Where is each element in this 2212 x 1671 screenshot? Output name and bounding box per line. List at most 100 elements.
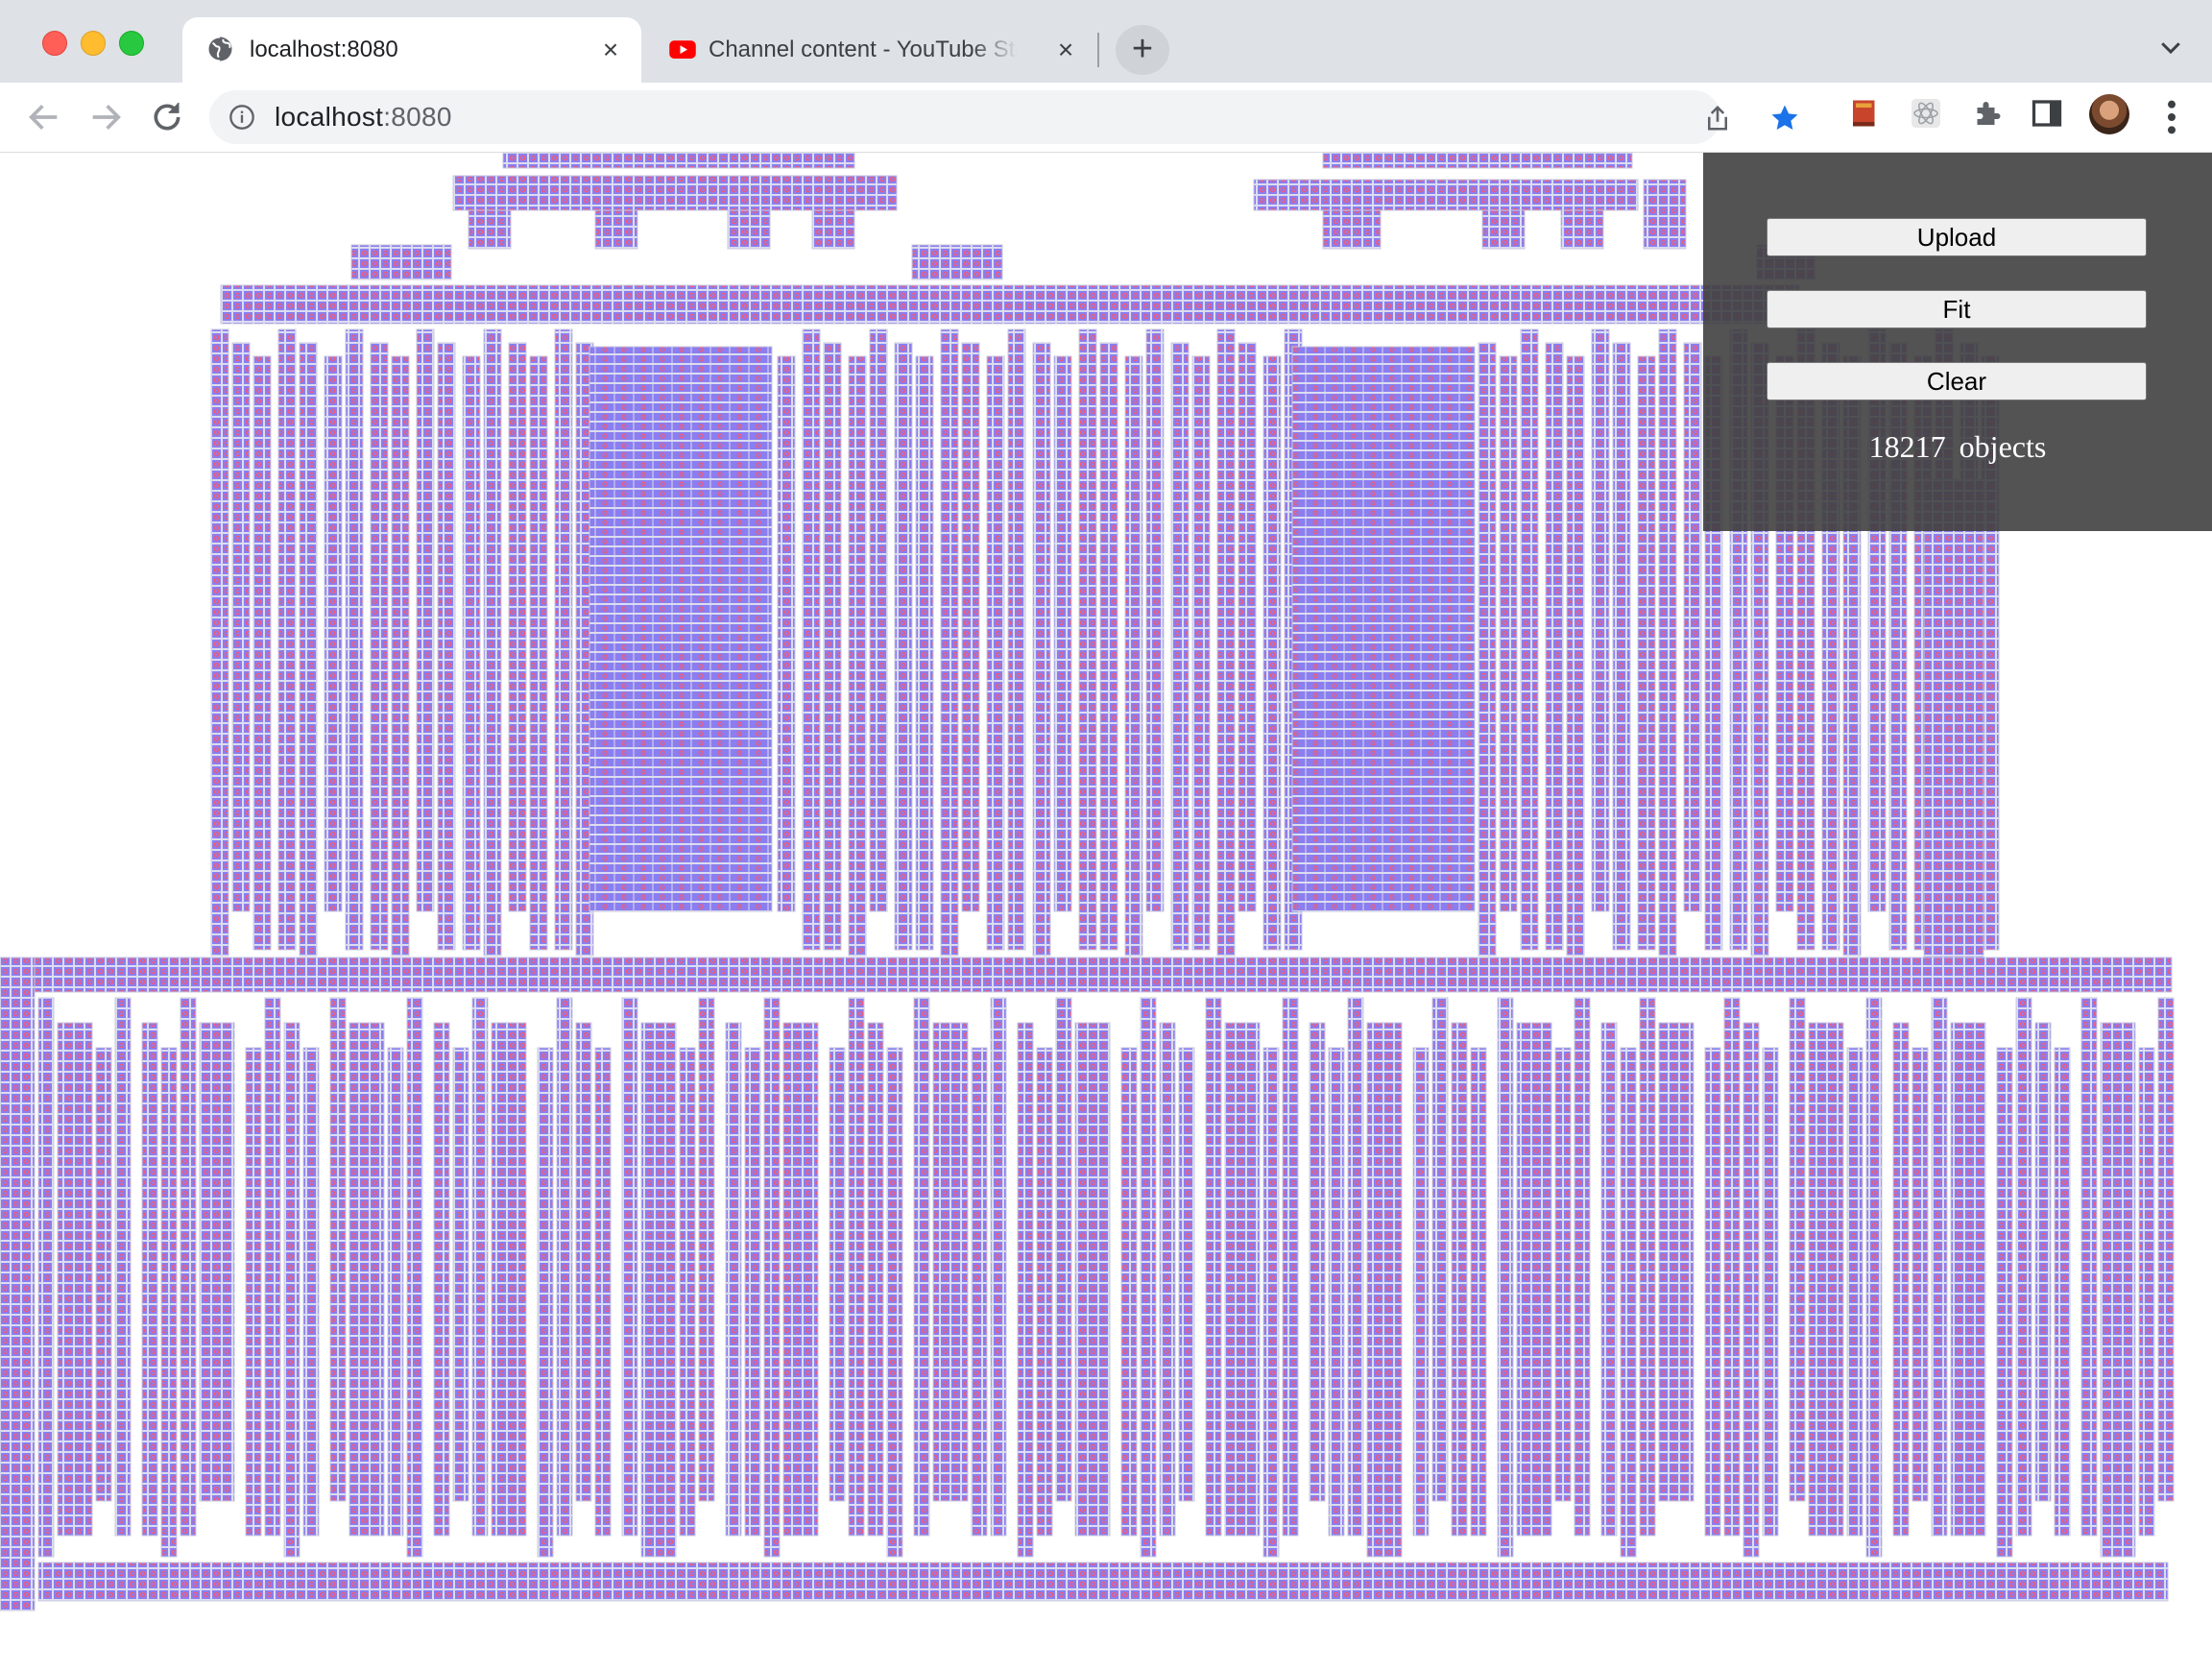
cell-column — [329, 997, 347, 1502]
cell-column — [1078, 328, 1097, 951]
cell-column — [277, 328, 297, 951]
back-arrow-icon[interactable] — [25, 98, 63, 136]
cell-column — [1451, 1022, 1468, 1537]
cell-column — [324, 355, 343, 912]
rail-row — [0, 957, 2173, 993]
cell-block — [911, 244, 1003, 280]
cell-column — [1053, 355, 1072, 912]
cell-block — [1643, 179, 1687, 250]
address-bar[interactable]: localhost:8080 — [209, 90, 1798, 144]
cell-column — [2054, 1047, 2071, 1537]
youtube-icon — [669, 40, 696, 59]
profile-avatar[interactable] — [2089, 94, 2129, 134]
cell-column — [940, 328, 959, 957]
cell-column — [1191, 355, 1211, 951]
wide-block — [589, 346, 773, 912]
minimize-window-button[interactable] — [81, 31, 106, 56]
cell-column — [349, 1022, 385, 1537]
cell-column — [556, 997, 573, 1537]
cell-column — [894, 342, 913, 951]
cell-column — [1658, 1022, 1695, 1502]
maximize-window-button[interactable] — [119, 31, 144, 56]
cell-row — [452, 175, 898, 211]
cell-column — [594, 1047, 612, 1537]
cell-column — [1950, 1022, 1986, 1537]
cell-column — [1032, 342, 1051, 957]
cell-column — [554, 328, 573, 951]
cell-column — [1743, 1022, 1760, 1558]
cell-column — [1055, 997, 1072, 1502]
cell-column — [245, 1047, 262, 1537]
cell-block — [727, 209, 771, 250]
cell-column — [508, 342, 527, 912]
control-panel: Upload Fit Clear 18217 objects — [1703, 153, 2212, 531]
cell-column — [1566, 355, 1585, 957]
cell-column — [2157, 997, 2175, 1502]
canvas-viewport[interactable]: Upload Fit Clear 18217 objects — [0, 153, 2212, 1671]
share-icon[interactable] — [1703, 104, 1732, 133]
cell-column — [1499, 355, 1518, 912]
extension-book-icon[interactable] — [1847, 96, 1882, 131]
cell-column — [471, 997, 489, 1537]
cell-column — [1704, 1047, 1721, 1537]
cell-column — [990, 997, 1007, 1537]
cell-column — [1931, 997, 1948, 1537]
chevron-down-icon[interactable] — [2156, 33, 2185, 61]
cell-column — [777, 355, 796, 912]
puzzle-extensions-icon[interactable] — [1970, 96, 2005, 131]
bookmark-star-icon[interactable] — [1768, 102, 1801, 134]
cell-column — [1262, 355, 1282, 951]
cell-column — [483, 328, 502, 957]
close-icon[interactable]: × — [1052, 36, 1079, 63]
cell-column — [452, 1047, 469, 1502]
cell-column — [1892, 1022, 1910, 1537]
cell-column — [932, 1022, 969, 1502]
cell-column — [57, 1022, 93, 1537]
cell-column — [1683, 342, 1702, 912]
upload-button[interactable]: Upload — [1767, 218, 2147, 256]
cell-column — [1309, 1022, 1326, 1502]
rail-row — [220, 284, 1800, 325]
cell-column — [1431, 997, 1449, 1502]
cell-column — [462, 355, 481, 951]
more-menu-icon[interactable] — [2162, 98, 2181, 136]
cell-column — [1216, 328, 1236, 957]
cell-column — [1224, 1022, 1261, 1537]
new-tab-button[interactable]: + — [1116, 25, 1169, 75]
left-column — [0, 957, 36, 1611]
cell-column — [2138, 1047, 2155, 1537]
cell-column — [1846, 1047, 1863, 1537]
cell-column — [763, 997, 781, 1558]
cell-column — [264, 997, 281, 1537]
cell-column — [698, 997, 715, 1502]
close-icon[interactable]: × — [597, 36, 624, 63]
clear-button[interactable]: Clear — [1767, 362, 2147, 400]
reload-icon[interactable] — [148, 98, 186, 136]
info-icon[interactable] — [228, 104, 255, 131]
cell-column — [1574, 997, 1591, 1537]
url-text[interactable]: localhost:8080 — [275, 102, 452, 133]
close-window-button[interactable] — [42, 31, 67, 56]
forward-arrow-icon[interactable] — [86, 98, 125, 136]
cell-column — [537, 1047, 554, 1558]
cell-column — [961, 342, 980, 912]
fit-button[interactable]: Fit — [1767, 290, 2147, 328]
cell-column — [141, 1022, 158, 1537]
cell-column — [802, 328, 821, 951]
object-count: 18217 objects — [1703, 429, 2212, 465]
cell-column — [1120, 1047, 1138, 1537]
cell-column — [529, 355, 548, 951]
cell-column — [1808, 1022, 1844, 1537]
cell-column — [231, 342, 251, 912]
cell-column — [1612, 342, 1631, 951]
extension-atom-icon[interactable] — [1909, 96, 1943, 131]
cell-column — [1328, 1047, 1345, 1537]
tab-youtube-studio[interactable]: Channel content - YouTube Studio × — [645, 17, 1096, 83]
cell-column — [1620, 1047, 1637, 1558]
wide-block — [1291, 346, 1476, 912]
globe-icon — [206, 36, 232, 62]
cell-column — [1762, 1047, 1779, 1537]
tab-localhost[interactable]: localhost:8080 × — [182, 17, 641, 83]
cell-column — [37, 997, 55, 1558]
side-panel-icon[interactable] — [2030, 96, 2064, 131]
